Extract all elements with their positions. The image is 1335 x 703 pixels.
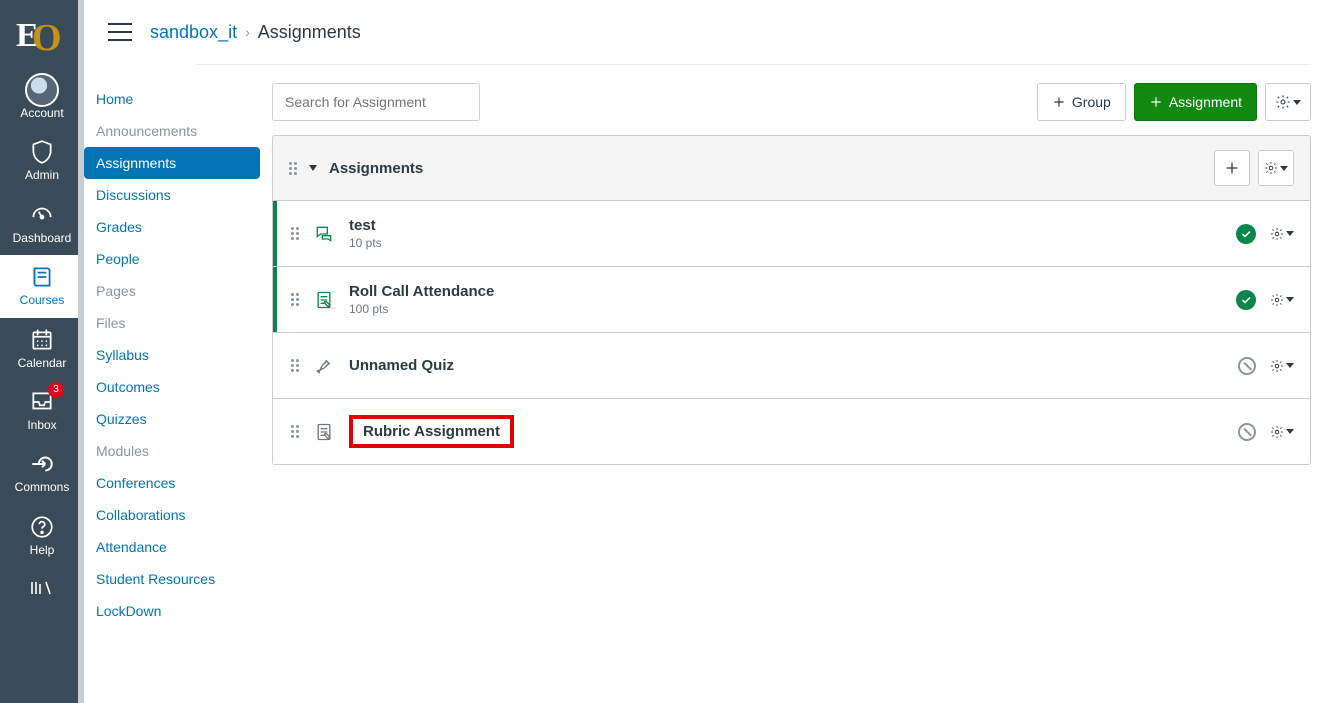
assignment-settings-button[interactable] [1270, 359, 1294, 373]
gear-icon [1264, 161, 1278, 175]
unpublished-icon[interactable] [1238, 423, 1256, 441]
assignment-row[interactable]: Rubric Assignment [273, 398, 1310, 464]
shield-icon [29, 138, 55, 166]
commons-icon [29, 450, 55, 478]
breadcrumb: sandbox_it › Assignments [150, 22, 361, 43]
course-nav-item[interactable]: Grades [84, 211, 264, 243]
add-assignment-button[interactable]: Assignment [1134, 83, 1257, 121]
library-icon [29, 575, 55, 603]
course-nav: HomeAnnouncementsAssignmentsDiscussionsG… [84, 65, 264, 703]
assignment-points: 10 pts [349, 236, 1236, 250]
assignment-row[interactable]: test 10 pts [273, 200, 1310, 266]
hamburger-menu[interactable] [108, 20, 132, 44]
group-add-button[interactable] [1214, 150, 1250, 186]
course-nav-item[interactable]: Quizzes [84, 403, 264, 435]
course-nav-item[interactable]: Outcomes [84, 371, 264, 403]
course-nav-item[interactable]: Files [84, 307, 264, 339]
course-nav-item[interactable]: Student Resources [84, 563, 264, 595]
course-nav-item[interactable]: Conferences [84, 467, 264, 499]
assignment-points: 100 pts [349, 302, 1236, 316]
course-nav-item[interactable]: Pages [84, 275, 264, 307]
main-region: sandbox_it › Assignments HomeAnnouncemen… [84, 0, 1335, 703]
plus-icon [1149, 95, 1163, 109]
assignment-title[interactable]: Roll Call Attendance [349, 283, 1236, 300]
assignment-row[interactable]: Unnamed Quiz [273, 332, 1310, 398]
global-nav: EO Account Admin Dashboard Courses [0, 0, 84, 703]
inbox-badge: 3 [48, 382, 64, 398]
chevron-down-icon [1293, 100, 1301, 105]
course-nav-item[interactable]: Modules [84, 435, 264, 467]
assignments-settings-button[interactable] [1265, 83, 1311, 121]
published-icon[interactable] [1236, 290, 1256, 310]
nav-dashboard[interactable]: Dashboard [0, 193, 84, 255]
book-icon [29, 263, 55, 291]
assignment-type-icon [313, 422, 335, 442]
plus-icon [1052, 95, 1066, 109]
nav-inbox[interactable]: 3 Inbox [0, 380, 84, 442]
assignment-type-icon [313, 224, 335, 244]
unpublished-icon[interactable] [1238, 357, 1256, 375]
nav-help[interactable]: Help [0, 505, 84, 567]
drag-handle-icon[interactable] [273, 425, 313, 438]
assignment-settings-button[interactable] [1270, 425, 1294, 439]
toolbar: Group Assignment [272, 83, 1311, 121]
assignment-settings-button[interactable] [1270, 227, 1294, 241]
assignment-type-icon [313, 290, 335, 310]
gauge-icon [29, 201, 55, 229]
breadcrumb-course-link[interactable]: sandbox_it [150, 22, 237, 43]
drag-handle-icon[interactable] [273, 227, 313, 240]
course-nav-item[interactable]: Collaborations [84, 499, 264, 531]
assignment-row[interactable]: Roll Call Attendance 100 pts [273, 266, 1310, 332]
topbar: sandbox_it › Assignments [84, 0, 1335, 64]
group-settings-button[interactable] [1258, 150, 1294, 186]
add-group-label: Group [1072, 94, 1111, 110]
help-icon [29, 513, 55, 541]
course-nav-item[interactable]: Announcements [84, 115, 264, 147]
drag-handle-icon[interactable] [273, 359, 313, 372]
institution-logo[interactable]: EO [0, 0, 84, 68]
course-nav-item[interactable]: Assignments [84, 147, 260, 179]
search-input[interactable] [272, 83, 480, 121]
chevron-right-icon: › [245, 24, 250, 40]
add-group-button[interactable]: Group [1037, 83, 1126, 121]
drag-handle-icon[interactable] [273, 293, 313, 306]
calendar-icon [29, 326, 55, 354]
plus-icon [1224, 160, 1240, 176]
course-nav-item[interactable]: People [84, 243, 264, 275]
gear-icon [1275, 94, 1291, 110]
course-nav-item[interactable]: Attendance [84, 531, 264, 563]
nav-commons[interactable]: Commons [0, 442, 84, 504]
course-nav-item[interactable]: Syllabus [84, 339, 264, 371]
course-nav-item[interactable]: Home [84, 83, 264, 115]
course-nav-item[interactable]: Discussions [84, 179, 264, 211]
nav-admin[interactable]: Admin [0, 130, 84, 192]
course-nav-item[interactable]: LockDown [84, 595, 264, 627]
svg-text:O: O [32, 17, 62, 58]
assignment-settings-button[interactable] [1270, 293, 1294, 307]
nav-courses[interactable]: Courses [0, 255, 84, 317]
nav-more[interactable] [0, 567, 84, 603]
assignment-list: test 10 pts Roll Call Attendance 100 pts Unn… [273, 200, 1310, 464]
highlighted-assignment: Rubric Assignment [349, 415, 514, 448]
group-title: Assignments [329, 160, 423, 177]
nav-account[interactable]: Account [0, 68, 84, 130]
assignment-title[interactable]: test [349, 217, 1236, 234]
add-assignment-label: Assignment [1169, 94, 1242, 110]
global-nav-scrollbar[interactable] [78, 0, 84, 703]
breadcrumb-page: Assignments [258, 22, 361, 43]
assignment-group: Assignments test 10 pts Roll Call Attendan… [272, 135, 1311, 465]
assignment-title[interactable]: Unnamed Quiz [349, 357, 1238, 374]
nav-calendar[interactable]: Calendar [0, 318, 84, 380]
assignment-type-icon [313, 356, 335, 376]
content: Group Assignment Assignmen [264, 65, 1335, 703]
collapse-toggle-icon[interactable] [309, 165, 317, 171]
published-icon[interactable] [1236, 224, 1256, 244]
group-header[interactable]: Assignments [273, 136, 1310, 200]
drag-handle-icon[interactable] [289, 162, 299, 175]
avatar-icon [25, 73, 59, 107]
assignment-title[interactable]: Rubric Assignment [349, 415, 1238, 448]
chevron-down-icon [1280, 166, 1288, 171]
